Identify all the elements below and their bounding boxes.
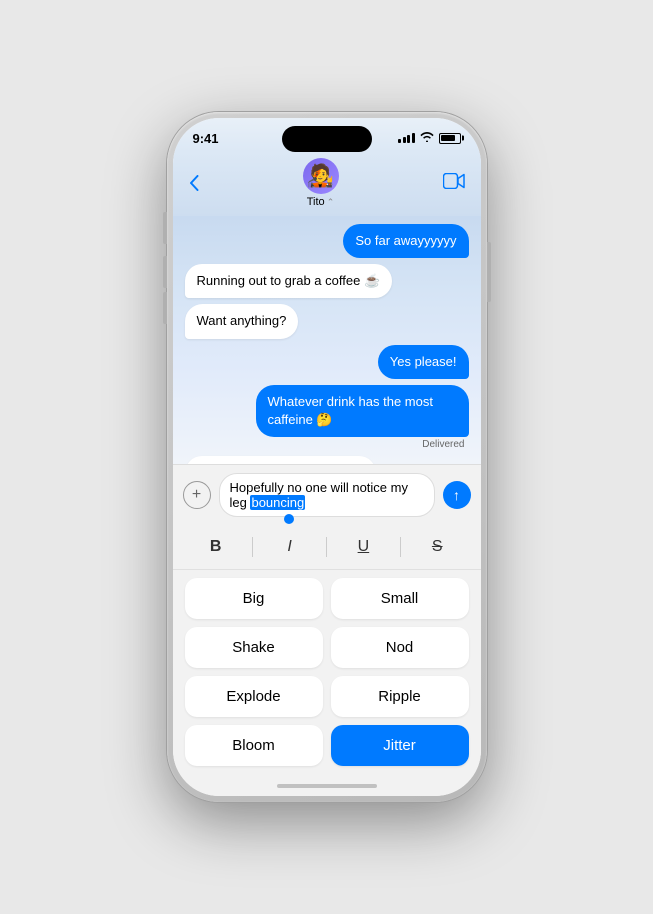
- nav-center[interactable]: 🧑‍🎤 Tito ⌃: [303, 158, 339, 208]
- nav-bar: 🧑‍🎤 Tito ⌃: [173, 152, 481, 216]
- underline-button[interactable]: U: [345, 533, 381, 561]
- effect-bloom-button[interactable]: Bloom: [185, 725, 323, 766]
- input-text: Hopefully no one will notice my leg boun…: [230, 480, 424, 510]
- home-bar: [277, 784, 377, 788]
- chat-area: So far awayyyyyy Running out to grab a c…: [173, 216, 481, 464]
- battery-icon: [439, 133, 461, 144]
- video-call-button[interactable]: [443, 173, 465, 194]
- effect-grid: Big Small Shake Nod Explode Ripple Bloom…: [173, 570, 481, 778]
- back-button[interactable]: [189, 175, 199, 191]
- phone-screen: 9:41: [173, 118, 481, 796]
- message-row: Running out to grab a coffee ☕: [185, 264, 469, 298]
- send-button[interactable]: ↑: [443, 481, 471, 509]
- effect-ripple-button[interactable]: Ripple: [331, 676, 469, 717]
- wifi-icon: [420, 132, 434, 145]
- effect-explode-button[interactable]: Explode: [185, 676, 323, 717]
- send-icon: ↑: [453, 487, 460, 503]
- received-bubble: Want anything?: [185, 304, 299, 338]
- add-attachment-button[interactable]: +: [183, 481, 211, 509]
- battery-fill: [441, 135, 455, 141]
- effect-big-button[interactable]: Big: [185, 578, 323, 619]
- signal-icon: [398, 133, 415, 143]
- cursor-indicator: [284, 514, 294, 524]
- dynamic-island: [282, 126, 372, 152]
- status-time: 9:41: [193, 131, 219, 146]
- message-row: Whatever drink has the most caffeine 🤔: [185, 385, 469, 437]
- effect-nod-button[interactable]: Nod: [331, 627, 469, 668]
- sent-bubble: Whatever drink has the most caffeine 🤔: [256, 385, 469, 437]
- input-area: + Hopefully no one will notice my leg bo…: [173, 464, 481, 525]
- received-bubble: Running out to grab a coffee ☕: [185, 264, 393, 298]
- home-indicator: [173, 778, 481, 796]
- message-row: Yes please!: [185, 345, 469, 379]
- effect-small-button[interactable]: Small: [331, 578, 469, 619]
- format-toolbar: B I U S: [173, 525, 481, 570]
- effect-shake-button[interactable]: Shake: [185, 627, 323, 668]
- message-row: So far awayyyyyy: [185, 224, 469, 258]
- bold-button[interactable]: B: [198, 533, 234, 561]
- message-input[interactable]: Hopefully no one will notice my leg boun…: [219, 473, 435, 517]
- message-row: Want anything?: [185, 304, 469, 338]
- received-bubble: One triple shot coming up ☕: [185, 456, 377, 464]
- status-icons: [398, 132, 461, 145]
- contact-name: Tito ⌃: [307, 196, 334, 208]
- sent-bubble: So far awayyyyyy: [343, 224, 468, 258]
- message-row: One triple shot coming up ☕: [185, 456, 469, 464]
- strikethrough-button[interactable]: S: [419, 533, 455, 561]
- phone-frame: 9:41: [167, 112, 487, 802]
- delivered-label: Delivered: [185, 439, 469, 450]
- selected-text: bouncing: [250, 495, 305, 510]
- avatar: 🧑‍🎤: [303, 158, 339, 194]
- effect-jitter-button[interactable]: Jitter: [331, 725, 469, 766]
- sent-bubble: Yes please!: [378, 345, 469, 379]
- italic-button[interactable]: I: [272, 533, 308, 561]
